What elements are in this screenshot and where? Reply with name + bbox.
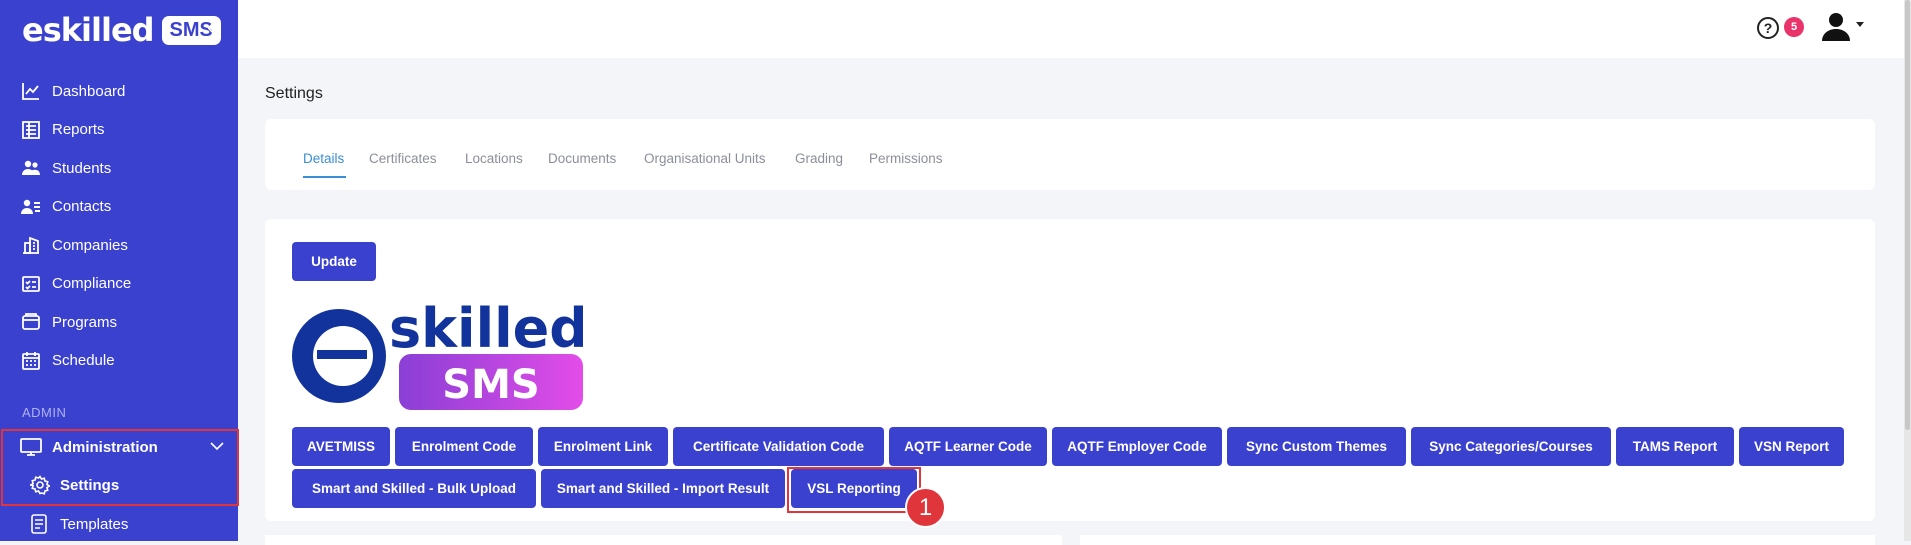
tab-permissions[interactable]: Permissions [869, 151, 943, 166]
contacts-icon [21, 199, 40, 214]
logo-text: eskilled [22, 11, 155, 49]
sidebar-item-label: Reports [52, 121, 105, 139]
company-logo: skilled SMS [291, 297, 588, 412]
logo-main-text: skilled [389, 300, 583, 360]
gear-icon [30, 475, 50, 495]
monitor-icon [20, 438, 42, 456]
lower-card-left [265, 535, 1062, 545]
smart-and-skilled-import-result-button[interactable]: Smart and Skilled - Import Result [541, 469, 785, 508]
sidebar-item-label: Compliance [52, 275, 132, 293]
top-bar [238, 0, 1904, 58]
avetmiss-button[interactable]: AVETMISS [292, 427, 390, 466]
user-avatar-icon[interactable] [1820, 12, 1852, 47]
checklist-icon [22, 275, 40, 292]
logo-badge-text: SMS [442, 362, 539, 408]
sidebar-item-settings[interactable]: Settings [30, 475, 119, 495]
sidebar-item-label: Schedule [52, 352, 115, 370]
tab-documents[interactable]: Documents [548, 151, 616, 166]
sidebar-item-label: Students [52, 159, 112, 177]
notification-badge[interactable]: 5 [1784, 17, 1804, 37]
report-icon [22, 120, 40, 139]
sidebar-item-templates[interactable]: Templates [30, 514, 128, 534]
chart-line-icon [22, 83, 39, 101]
sidebar-item-schedule[interactable]: Schedule [0, 342, 238, 381]
tab-details[interactable]: Details [303, 151, 344, 166]
sidebar-item-label: Templates [60, 515, 129, 533]
active-tab-underline [303, 176, 346, 178]
collapse-sidebar-icon[interactable]: « [207, 14, 219, 40]
user-menu-caret-icon[interactable] [1856, 20, 1864, 31]
sidebar-item-contacts[interactable]: Contacts [0, 188, 238, 227]
calendar-icon [22, 351, 40, 370]
aqtf-employer-code-button[interactable]: AQTF Employer Code [1052, 427, 1222, 466]
sidebar-item-administration[interactable]: Administration [20, 437, 158, 457]
sidebar-item-reports[interactable]: Reports [0, 111, 238, 150]
sidebar-item-dashboard[interactable]: Dashboard [0, 72, 238, 111]
building-icon [23, 236, 39, 255]
sidebar-item-compliance[interactable]: Compliance [0, 265, 238, 304]
sidebar-nav: Dashboard Reports Students Contacts Comp… [0, 72, 238, 380]
scrollbar-thumb[interactable] [1905, 0, 1910, 430]
app-logo[interactable]: eskilled SMS [22, 8, 221, 52]
enrolment-code-button[interactable]: Enrolment Code [395, 427, 533, 466]
lower-card-right [1080, 535, 1875, 545]
document-icon [31, 514, 47, 534]
enrolment-link-button[interactable]: Enrolment Link [538, 427, 668, 466]
help-icon[interactable]: ? [1757, 17, 1779, 39]
sidebar-item-label: Dashboard [52, 82, 126, 100]
sync-custom-themes-button[interactable]: Sync Custom Themes [1227, 427, 1406, 466]
page-title: Settings [265, 85, 323, 102]
tab-certificates[interactable]: Certificates [369, 151, 437, 166]
step-marker: 1 [905, 487, 946, 528]
aqtf-learner-code-button[interactable]: AQTF Learner Code [889, 427, 1047, 466]
tab-locations[interactable]: Locations [465, 151, 523, 166]
sidebar-item-label: Companies [52, 236, 128, 254]
tab-organisational-units[interactable]: Organisational Units [644, 151, 766, 166]
chevron-down-icon[interactable] [210, 438, 224, 454]
section-title-admin: ADMIN [22, 405, 67, 420]
update-button[interactable]: Update [292, 242, 376, 281]
vsn-report-button[interactable]: VSN Report [1739, 427, 1844, 466]
sidebar-item-label: Contacts [52, 198, 112, 216]
students-icon [22, 161, 40, 176]
highlight-box-vsl-reporting [787, 467, 921, 513]
sidebar-item-students[interactable]: Students [0, 149, 238, 188]
sidebar-item-companies[interactable]: Companies [0, 226, 238, 265]
certificate-validation-code-button[interactable]: Certificate Validation Code [673, 427, 884, 466]
sidebar-item-label: Programs [52, 313, 118, 331]
smart-and-skilled-bulk-upload-button[interactable]: Smart and Skilled - Bulk Upload [292, 469, 536, 508]
programs-icon [22, 313, 40, 331]
tab-grading[interactable]: Grading [795, 151, 843, 166]
sidebar-item-programs[interactable]: Programs [0, 303, 238, 342]
sidebar-item-label: Administration [52, 438, 158, 456]
sync-categories-courses-button[interactable]: Sync Categories/Courses [1411, 427, 1611, 466]
sidebar-item-label: Settings [60, 476, 120, 494]
tams-report-button[interactable]: TAMS Report [1616, 427, 1734, 466]
